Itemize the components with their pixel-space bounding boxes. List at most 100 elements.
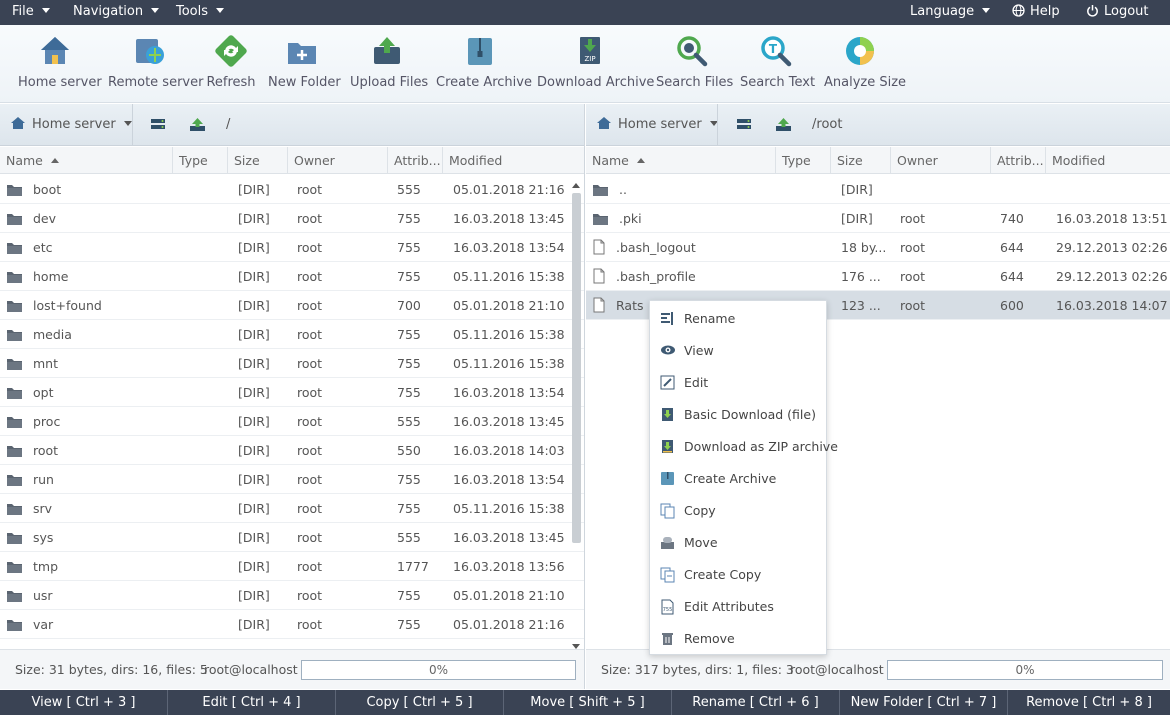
search-text-label: Search Text [740,75,816,90]
col-attrib[interactable]: Attrib... [991,147,1046,174]
table-row[interactable]: root [DIR] root 550 16.03.2018 14:03... [0,436,584,465]
context-menu-item[interactable]: Copy [650,495,826,527]
scroll-up-icon[interactable] [572,183,580,188]
file-icon [593,239,605,255]
context-menu-item[interactable]: Basic Download (file) [650,399,826,431]
chevron-down-icon [41,8,50,13]
cell-attrib: 550 [397,443,421,458]
fkey-button[interactable]: View [ Ctrl + 3 ] [0,690,168,715]
folder-icon [7,243,22,254]
menu-tools[interactable]: Tools [176,0,225,25]
folder-icon [7,591,22,602]
cell-modified: 16.03.2018 13:45... [453,530,565,545]
right-server-selector[interactable]: Home server [596,104,718,146]
search-files-button[interactable]: Search Files [656,33,733,90]
move-icon [661,537,674,549]
refresh-button[interactable]: Refresh [206,33,256,90]
col-owner[interactable]: Owner [288,147,388,174]
menu-language[interactable]: Language [910,0,991,25]
menu-file-label: File [12,4,34,19]
right-current-path: /root [812,117,843,132]
folder-up-icon[interactable] [775,117,792,132]
menu-help[interactable]: Help [1012,0,1060,25]
context-menu-item[interactable]: Create Copy [650,559,826,591]
file-name: srv [33,501,53,516]
cell-attrib: 755 [397,211,421,226]
col-type[interactable]: Type [173,147,228,174]
col-name[interactable]: Name [0,147,173,174]
context-menu-item[interactable]: View [650,335,826,367]
analyze-size-button[interactable]: Analyze Size [824,33,906,90]
download-archive-button[interactable]: ZIP Download Archive [537,33,654,90]
cell-modified [1056,175,1168,204]
fkey-button[interactable]: Remove [ Ctrl + 8 ] [1008,690,1170,715]
table-row[interactable]: mnt [DIR] root 755 05.11.2016 15:38... [0,349,584,378]
search-text-button[interactable]: T Search Text [740,33,816,90]
drive-icon[interactable] [150,117,166,131]
col-size[interactable]: Size [831,147,891,174]
left-status-summary: Size: 31 bytes, dirs: 16, files: 5 [15,662,208,677]
col-size[interactable]: Size [228,147,288,174]
left-scrollbar[interactable] [570,179,582,649]
col-attrib[interactable]: Attrib... [388,147,443,174]
table-row[interactable]: home [DIR] root 755 05.11.2016 15:38... [0,262,584,291]
cell-size: [DIR] [238,617,270,632]
scroll-thumb[interactable] [572,193,581,543]
table-row[interactable]: var [DIR] root 755 05.01.2018 21:16... [0,610,584,639]
archive-icon [661,472,674,485]
context-menu-item[interactable]: Download as ZIP archive [650,431,838,463]
fkey-button[interactable]: Copy [ Ctrl + 5 ] [336,690,504,715]
table-row[interactable]: opt [DIR] root 755 16.03.2018 13:54... [0,378,584,407]
table-row[interactable]: sys [DIR] root 555 16.03.2018 13:45... [0,523,584,552]
right-status-summary: Size: 317 bytes, dirs: 1, files: 3 [601,662,794,677]
cell-name: .. [592,175,772,204]
left-server-selector[interactable]: Home server [10,104,132,146]
table-row[interactable]: boot [DIR] root 555 05.01.2018 21:16... [0,175,584,204]
table-row[interactable]: .bash_profile 176 ... root 644 29.12.2013 02… [586,262,1170,291]
table-row[interactable]: tmp [DIR] root 1777 16.03.2018 13:56... [0,552,584,581]
table-row[interactable]: .pki [DIR] root 740 16.03.2018 13:51... [586,204,1170,233]
svg-text:ZIP: ZIP [584,55,595,63]
folder-icon [7,417,22,428]
context-menu-item[interactable]: Move [650,527,826,559]
fkey-button[interactable]: Rename [ Ctrl + 6 ] [672,690,840,715]
col-modified[interactable]: Modified [443,147,585,174]
col-type[interactable]: Type [776,147,831,174]
remote-server-button[interactable]: Remote server [108,33,203,90]
table-row[interactable]: media [DIR] root 755 05.11.2016 15:38... [0,320,584,349]
cell-name: .pki [592,204,772,233]
table-row[interactable]: proc [DIR] root 555 16.03.2018 13:45... [0,407,584,436]
context-menu-item[interactable]: Rename [650,303,826,335]
table-row[interactable]: .. [DIR] [586,175,1170,204]
context-menu-item[interactable]: Remove [650,623,826,655]
col-modified[interactable]: Modified [1046,147,1170,174]
cell-modified: 16.03.2018 13:54... [453,385,565,400]
col-name[interactable]: Name [586,147,776,174]
menu-file[interactable]: File [12,0,50,25]
archive-icon [468,38,492,65]
folder-up-icon[interactable] [189,117,206,132]
cell-name: sys [6,523,171,552]
fkey-button[interactable]: Move [ Shift + 5 ] [504,690,672,715]
upload-files-button[interactable]: Upload Files [350,33,428,90]
table-row[interactable]: usr [DIR] root 755 05.01.2018 21:10... [0,581,584,610]
new-folder-button[interactable]: New Folder [268,33,341,90]
create-archive-button[interactable]: Create Archive [436,33,532,90]
home-server-button[interactable]: Home server [18,33,102,90]
table-row[interactable]: .bash_logout 18 by... root 644 29.12.2013 02… [586,233,1170,262]
table-row[interactable]: lost+found [DIR] root 700 05.01.2018 21:10..… [0,291,584,320]
table-row[interactable]: dev [DIR] root 755 16.03.2018 13:45... [0,204,584,233]
col-owner[interactable]: Owner [891,147,991,174]
fkey-button[interactable]: New Folder [ Ctrl + 7 ] [840,690,1008,715]
menu-logout[interactable]: Logout [1086,0,1149,25]
context-menu-item[interactable]: 755 Edit Attributes [650,591,826,623]
table-row[interactable]: run [DIR] root 755 16.03.2018 13:54... [0,465,584,494]
table-row[interactable]: etc [DIR] root 755 16.03.2018 13:54... [0,233,584,262]
context-menu-item[interactable]: Edit [650,367,826,399]
drive-icon[interactable] [736,117,752,131]
context-menu-item[interactable]: Create Archive [650,463,826,495]
table-row[interactable]: srv [DIR] root 755 05.11.2016 15:38... [0,494,584,523]
cell-owner: root [297,588,323,603]
menu-navigation[interactable]: Navigation [73,0,160,25]
fkey-button[interactable]: Edit [ Ctrl + 4 ] [168,690,336,715]
